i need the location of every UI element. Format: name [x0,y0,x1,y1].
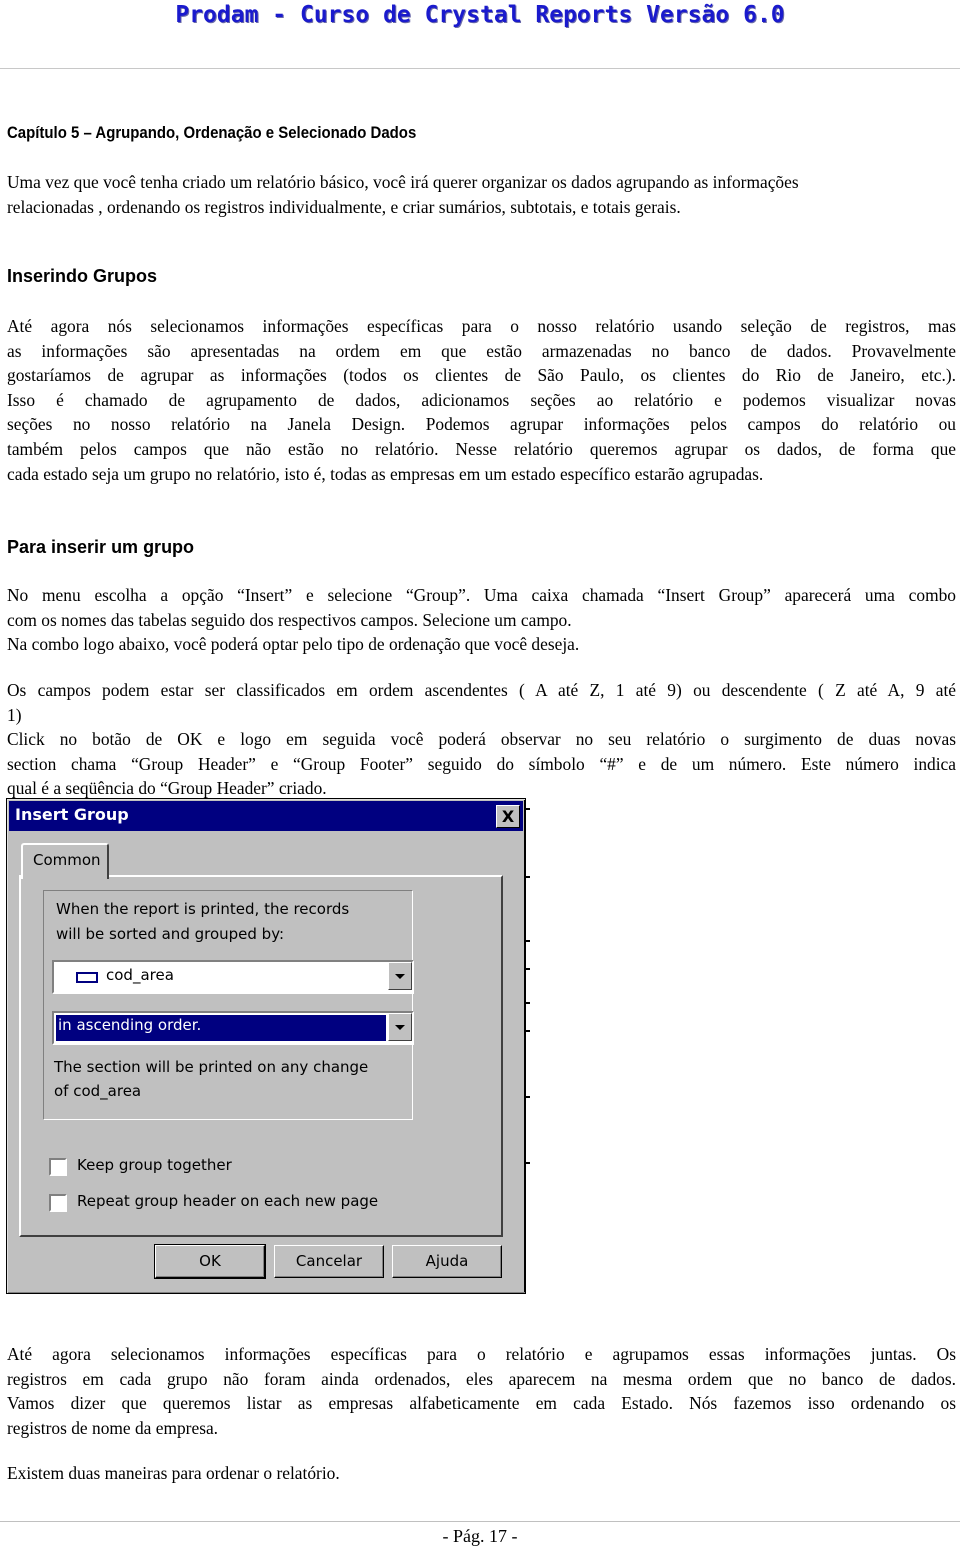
cancel-button[interactable]: Cancelar [274,1245,384,1278]
tab-common[interactable]: Common [21,843,109,879]
section-text-line1: The section will be printed on any chang… [54,1058,369,1076]
sorted-text-line2: will be sorted and grouped by: [56,925,285,943]
section-heading-para-inserir: Para inserir um grupo [7,537,195,557]
chevron-down-icon[interactable] [388,962,412,990]
close-icon: X [501,807,515,826]
section1-paragraph: Até agora nós selecionamos informações e… [7,314,956,486]
text-line: seções no nosso relatório na Janela Desi… [7,414,956,435]
text-line: cada estado seja um grupo no relatório, … [7,463,764,484]
chapter-title: Capítulo 5 – Agrupando, Ordenação e Sele… [7,123,417,142]
text-line: section chama “Group Header” e “Group Fo… [7,753,956,774]
closing-paragraph: Até agora selecionamos informações espec… [7,1342,956,1440]
database-field-icon [76,972,98,983]
dialog-title: Insert Group [15,805,129,824]
edge-tick [526,876,530,878]
edge-tick [526,1030,530,1032]
keep-group-together-label: Keep group together [77,1156,232,1174]
keep-group-together-checkbox[interactable] [49,1158,67,1176]
text-line: com os nomes das tabelas seguido dos res… [7,609,572,630]
sort-order-combo[interactable]: in ascending order. [52,1011,414,1045]
screenshot-edge [524,800,526,1292]
help-button[interactable]: Ajuda [392,1245,502,1278]
section-heading-inserindo-grupos: Inserindo Grupos [7,266,158,286]
sort-order-value: in ascending order. [58,1016,202,1034]
group-field-combo[interactable]: cod_area [52,960,414,994]
tab-label: Common [33,851,101,869]
tab-panel-common: When the report is printed, the records … [19,875,503,1237]
page-number: - Pág. 17 - [442,1526,518,1546]
text-line: as informações são apresentadas na ordem… [7,340,956,361]
text-line: registros de nome da empresa. [7,1417,219,1438]
text-line: relacionadas , ordenando os registros in… [7,196,681,217]
text-line: Click no botão de OK e logo em seguida v… [7,729,956,750]
edge-tick [526,1096,530,1098]
intro-paragraph: Uma vez que você tenha criado um relatór… [7,170,956,219]
text-line: Uma vez que você tenha criado um relatór… [7,172,799,192]
repeat-group-header-checkbox[interactable] [49,1194,67,1212]
group-field-value: cod_area [106,966,174,984]
closing-last-line: Existem duas maneiras para ordenar o rel… [7,1463,340,1483]
text-line: Na combo logo abaixo, você poderá optar … [7,634,580,655]
text-line: Vamos dizer que queremos listar as empre… [7,1393,956,1414]
footer-divider [0,1521,960,1522]
text-line: gostaríamos de agrupar as informações (t… [7,365,956,386]
text-line: 1) [7,704,22,725]
text-line: Isso é chamado de agrupamento de dados, … [7,389,956,410]
text-line: também pelos campos que não estão no rel… [7,438,956,459]
text-line: No menu escolha a opção “Insert” e selec… [7,585,956,605]
text-line: registros em cada grupo não foram ainda … [7,1368,956,1389]
header-divider [0,68,960,69]
insert-group-dialog: Insert Group X Common When the report is… [6,798,526,1294]
section2-paragraph-a: No menu escolha a opção “Insert” e selec… [7,583,956,657]
running-header: Prodam - Curso de Crystal Reports Versão… [175,2,785,28]
grouping-options-box: When the report is printed, the records … [43,890,414,1120]
section2-paragraph-b: Os campos podem estar ser classificados … [7,678,956,801]
edge-tick [526,940,530,942]
dialog-titlebar[interactable]: Insert Group X [9,801,523,831]
text-line: Até agora selecionamos informações espec… [7,1344,956,1364]
edge-tick [526,968,530,970]
chevron-down-icon[interactable] [388,1013,412,1041]
text-line: Os campos podem estar ser classificados … [7,680,956,700]
section-text-line2: of cod_area [54,1082,142,1100]
ok-button[interactable]: OK [154,1244,266,1279]
close-button[interactable]: X [496,805,520,828]
repeat-group-header-label: Repeat group header on each new page [77,1192,379,1210]
sorted-text-line1: When the report is printed, the records [56,900,350,918]
text-line: Até agora nós selecionamos informações e… [7,316,956,336]
edge-tick [526,808,530,810]
edge-tick [526,1162,530,1164]
edge-tick [526,1002,530,1004]
